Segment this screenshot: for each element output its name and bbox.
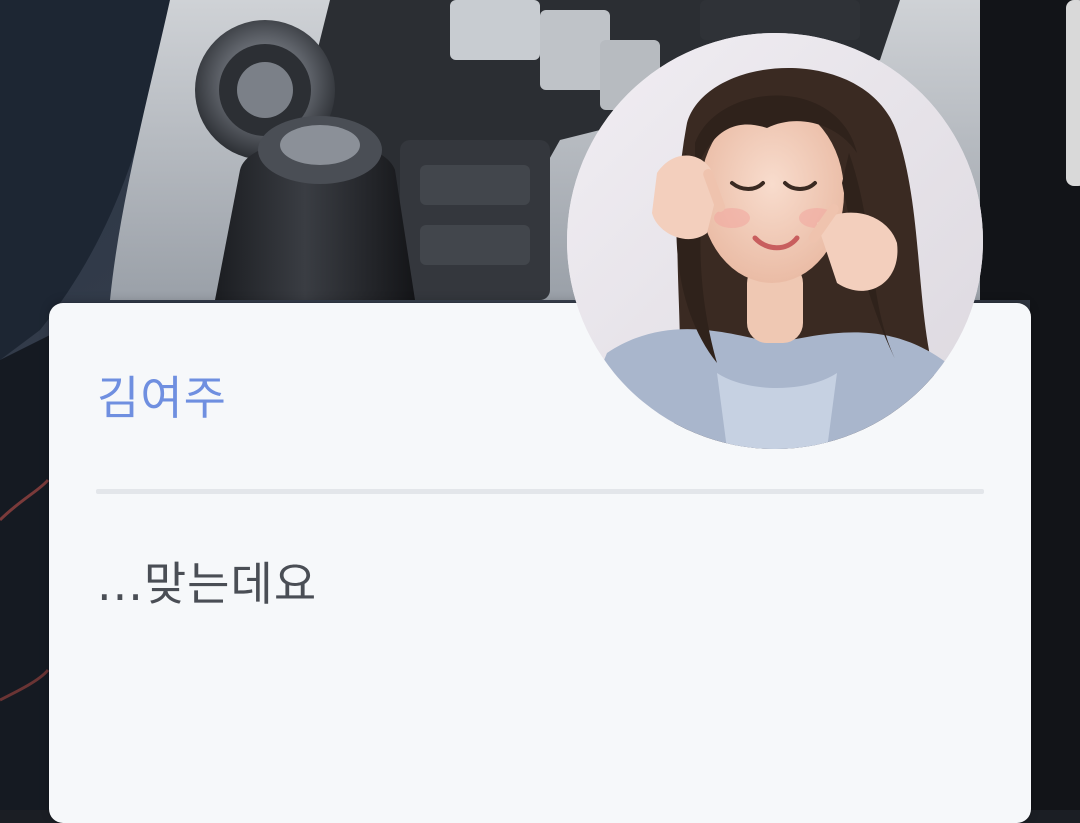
divider (96, 489, 984, 494)
profile-avatar (567, 33, 983, 449)
scroll-handle[interactable] (1066, 0, 1080, 186)
speaker-name: 김여주 (97, 371, 227, 425)
dialog-message: ...맞는데요 (97, 557, 318, 611)
